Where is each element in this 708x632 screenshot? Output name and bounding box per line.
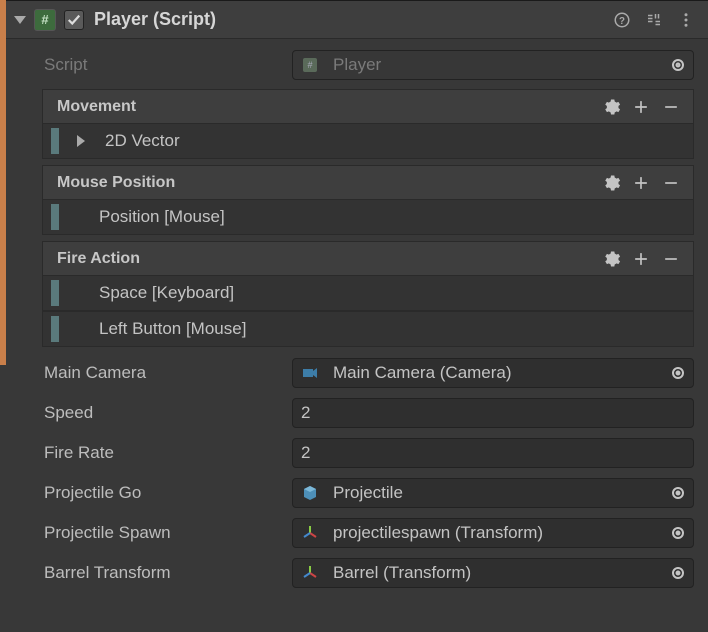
object-picker-icon[interactable] bbox=[669, 564, 687, 582]
projectile-spawn-label: Projectile Spawn bbox=[44, 523, 292, 543]
projectile-go-field[interactable]: Projectile bbox=[292, 478, 694, 508]
enable-toggle[interactable] bbox=[64, 10, 84, 30]
script-value: Player bbox=[325, 55, 381, 75]
drag-handle[interactable] bbox=[51, 280, 59, 306]
object-picker-icon[interactable] bbox=[669, 484, 687, 502]
component-header[interactable]: # Player (Script) ? bbox=[0, 1, 708, 39]
input-action-section: Mouse Position Position [Mouse] bbox=[42, 165, 694, 235]
speed-label: Speed bbox=[44, 403, 292, 423]
barrel-transform-label: Barrel Transform bbox=[44, 563, 292, 583]
minus-icon[interactable] bbox=[659, 171, 683, 195]
main-camera-row: Main Camera Main Camera (Camera) bbox=[0, 353, 708, 393]
gear-icon[interactable] bbox=[599, 95, 623, 119]
fire-rate-label: Fire Rate bbox=[44, 443, 292, 463]
binding-label: 2D Vector bbox=[97, 131, 180, 151]
binding-label: Position [Mouse] bbox=[91, 207, 225, 227]
help-icon[interactable]: ? bbox=[610, 8, 634, 32]
input-action-name: Movement bbox=[57, 98, 136, 116]
prefab-icon bbox=[301, 484, 319, 502]
input-action-name: Fire Action bbox=[57, 250, 140, 268]
binding-row[interactable]: Position [Mouse] bbox=[42, 199, 694, 235]
transform-icon bbox=[301, 564, 319, 582]
barrel-transform-row: Barrel Transform Barrel (Transform) bbox=[0, 553, 708, 593]
binding-row[interactable]: Left Button [Mouse] bbox=[42, 311, 694, 347]
projectile-spawn-field[interactable]: projectilespawn (Transform) bbox=[292, 518, 694, 548]
plus-icon[interactable] bbox=[629, 247, 653, 271]
input-action-header[interactable]: Movement bbox=[42, 89, 694, 123]
input-action-header[interactable]: Mouse Position bbox=[42, 165, 694, 199]
barrel-transform-field[interactable]: Barrel (Transform) bbox=[292, 558, 694, 588]
input-action-section: Fire Action Space [Keyboard] Left Button [… bbox=[42, 241, 694, 347]
script-row: Script # Player bbox=[0, 45, 708, 85]
projectile-spawn-row: Projectile Spawn projectilespawn (Transf… bbox=[0, 513, 708, 553]
barrel-transform-value: Barrel (Transform) bbox=[325, 563, 471, 583]
speed-value: 2 bbox=[293, 403, 310, 423]
drag-handle[interactable] bbox=[51, 128, 59, 154]
script-icon: # bbox=[34, 9, 56, 31]
presets-icon[interactable] bbox=[642, 8, 666, 32]
object-picker-icon[interactable] bbox=[669, 364, 687, 382]
plus-icon[interactable] bbox=[629, 171, 653, 195]
projectile-go-value: Projectile bbox=[325, 483, 403, 503]
drag-handle[interactable] bbox=[51, 204, 59, 230]
input-action-header[interactable]: Fire Action bbox=[42, 241, 694, 275]
script-field: # Player bbox=[292, 50, 694, 80]
script-icon: # bbox=[301, 56, 319, 74]
foldout-right-icon[interactable] bbox=[77, 135, 85, 147]
binding-row[interactable]: Space [Keyboard] bbox=[42, 275, 694, 311]
minus-icon[interactable] bbox=[659, 95, 683, 119]
drag-handle[interactable] bbox=[51, 316, 59, 342]
main-camera-value: Main Camera (Camera) bbox=[325, 363, 512, 383]
fire-rate-row: Fire Rate 2 bbox=[0, 433, 708, 473]
menu-icon[interactable] bbox=[674, 8, 698, 32]
binding-label: Left Button [Mouse] bbox=[91, 319, 246, 339]
camera-icon bbox=[301, 364, 319, 382]
speed-row: Speed 2 bbox=[0, 393, 708, 433]
projectile-go-label: Projectile Go bbox=[44, 483, 292, 503]
main-camera-label: Main Camera bbox=[44, 363, 292, 383]
input-action-name: Mouse Position bbox=[57, 174, 175, 192]
input-action-section: Movement 2D Vector bbox=[42, 89, 694, 159]
projectile-go-row: Projectile Go Projectile bbox=[0, 473, 708, 513]
gear-icon[interactable] bbox=[599, 171, 623, 195]
main-camera-field[interactable]: Main Camera (Camera) bbox=[292, 358, 694, 388]
gear-icon[interactable] bbox=[599, 247, 623, 271]
fire-rate-value: 2 bbox=[293, 443, 310, 463]
speed-field[interactable]: 2 bbox=[292, 398, 694, 428]
plus-icon[interactable] bbox=[629, 95, 653, 119]
binding-row[interactable]: 2D Vector bbox=[42, 123, 694, 159]
script-label: Script bbox=[44, 55, 292, 75]
object-picker-icon[interactable] bbox=[669, 56, 687, 74]
svg-text:?: ? bbox=[619, 15, 625, 26]
binding-label: Space [Keyboard] bbox=[91, 283, 234, 303]
component-title: Player (Script) bbox=[94, 9, 216, 30]
foldout-icon[interactable] bbox=[14, 16, 26, 24]
fire-rate-field[interactable]: 2 bbox=[292, 438, 694, 468]
transform-icon bbox=[301, 524, 319, 542]
object-picker-icon[interactable] bbox=[669, 524, 687, 542]
projectile-spawn-value: projectilespawn (Transform) bbox=[325, 523, 543, 543]
minus-icon[interactable] bbox=[659, 247, 683, 271]
